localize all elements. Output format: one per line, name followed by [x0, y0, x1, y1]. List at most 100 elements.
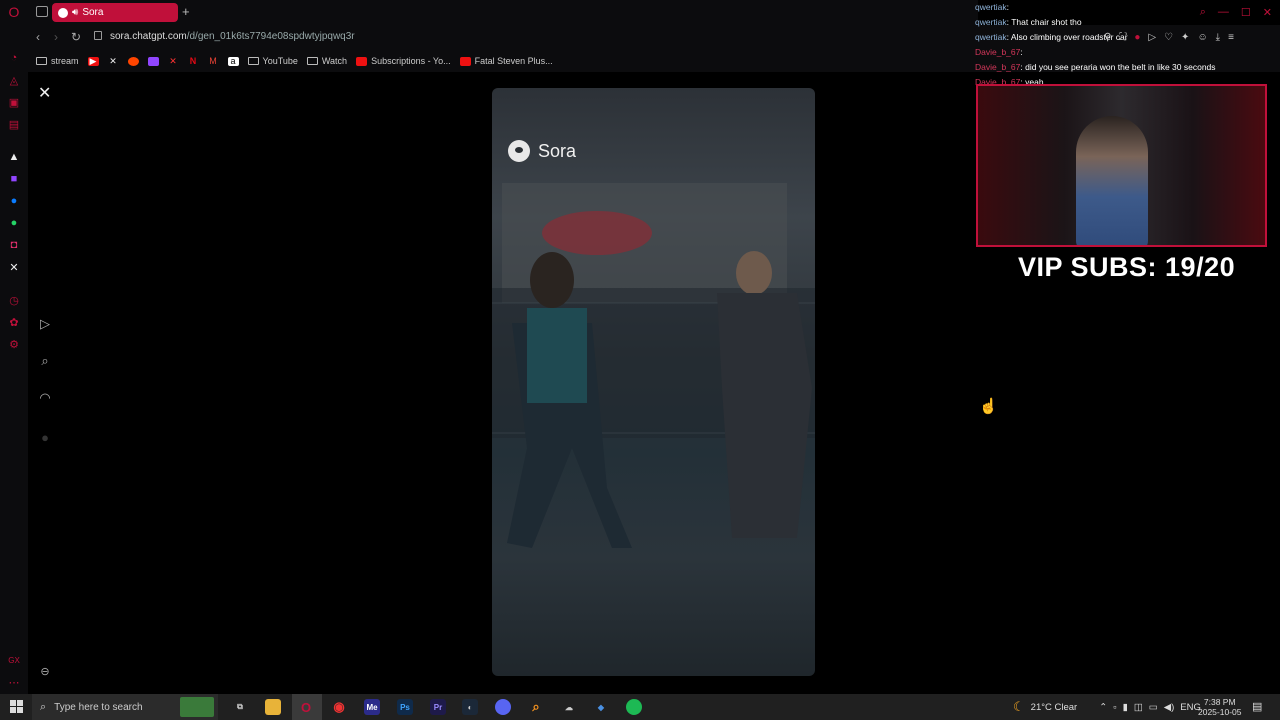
photoshop-icon[interactable]: Ps: [397, 699, 413, 715]
windows-start-icon[interactable]: [10, 700, 23, 713]
gmail-icon[interactable]: M: [208, 56, 219, 66]
blue-app-icon[interactable]: ◆: [593, 699, 609, 715]
weather-moon-icon: ☾: [1013, 699, 1025, 714]
bookmark-label: stream: [51, 56, 79, 66]
aria-icon[interactable]: ◬: [6, 72, 22, 88]
opera-gx-icon[interactable]: O: [298, 699, 314, 715]
url-domain: sora.chatgpt.com: [110, 31, 187, 42]
url-field[interactable]: sora.chatgpt.com/d/gen_01k6ts7794e08spdw…: [110, 31, 355, 42]
play-ext-icon[interactable]: ▷: [1148, 32, 1156, 43]
puzzle-icon[interactable]: ✦: [1181, 32, 1189, 43]
x-bookmark-icon[interactable]: ✕: [108, 56, 119, 66]
x-icon[interactable]: ✕: [6, 259, 22, 275]
clock-date: 2025-10-05: [1198, 707, 1242, 717]
search-icon[interactable]: ⌕: [37, 353, 53, 369]
play-icon[interactable]: ▷: [37, 316, 53, 332]
tab-sora[interactable]: 🔊︎ Sora: [52, 3, 178, 22]
amazon-icon[interactable]: a: [227, 56, 239, 66]
tab-title: Sora: [82, 7, 104, 18]
bell-icon[interactable]: ◠: [37, 390, 53, 406]
news-icon[interactable]: ▤: [6, 116, 22, 132]
steam-icon[interactable]: ◐: [462, 699, 478, 715]
network-icon[interactable]: ▭: [1149, 702, 1158, 713]
pin-icon[interactable]: ⚲: [1104, 32, 1111, 43]
maximize-icon[interactable]: ☐: [1241, 6, 1251, 19]
minimize-icon[interactable]: —: [1218, 6, 1229, 19]
gx-corner-icon[interactable]: ▣: [6, 94, 22, 110]
reddit-icon[interactable]: [127, 56, 139, 66]
notifications-icon[interactable]: ▤: [1252, 700, 1262, 713]
download-icon[interactable]: ⤓: [1216, 32, 1220, 43]
tab-menu-icon[interactable]: [36, 6, 48, 17]
account-icon[interactable]: ☺: [1197, 32, 1207, 43]
chat-user: qwertiak: [975, 32, 1007, 42]
bookmark-youtube[interactable]: YouTube: [247, 56, 298, 66]
tray-app-icon[interactable]: ▫: [1113, 702, 1116, 713]
more-dots-icon[interactable]: ⋯: [6, 674, 22, 690]
sora-favicon-icon: [58, 7, 68, 18]
sora-logo-text: Sora: [538, 140, 577, 161]
webcam-overlay: [976, 84, 1267, 247]
folder-icon: [36, 57, 47, 65]
camera-icon[interactable]: ◫: [1134, 702, 1143, 713]
bookmark-label: Subscriptions - Yo...: [371, 56, 451, 66]
spotify-icon[interactable]: [626, 699, 642, 715]
screenshot-icon[interactable]: ⛶: [1119, 32, 1126, 43]
kick-icon[interactable]: ✕: [168, 56, 179, 66]
window-controls: ⌕ — ☐ ✕: [1200, 6, 1272, 19]
forward-icon[interactable]: ›: [54, 30, 58, 44]
youtube-icon[interactable]: ▶: [87, 56, 99, 66]
obs-icon[interactable]: ◉: [331, 699, 347, 715]
search-app-icon[interactable]: ⌕: [528, 699, 544, 715]
record-icon[interactable]: ●: [1134, 32, 1140, 43]
bookmark-label: YouTube: [262, 56, 298, 66]
taskbar: ⌕ Type here to search ⧉ O ◉ Me Ps Pr ◐ ⌕…: [0, 694, 1280, 720]
more-options-icon[interactable]: ⊖: [37, 665, 53, 681]
bookmark-fatal-steven[interactable]: Fatal Steven Plus...: [459, 56, 553, 66]
media-encoder-icon[interactable]: Me: [364, 699, 380, 715]
clock[interactable]: 7:38 PM 2025-10-05: [1198, 697, 1241, 717]
profile-icon[interactable]: ●: [37, 430, 53, 446]
search-placeholder: Type here to search: [54, 701, 143, 713]
heart-icon[interactable]: ♡: [1164, 32, 1173, 43]
whatsapp-icon[interactable]: ●: [6, 215, 22, 231]
file-explorer-icon[interactable]: [265, 699, 281, 715]
back-icon[interactable]: ‹: [36, 30, 40, 44]
weather-text[interactable]: 21°C Clear: [1031, 702, 1078, 713]
sora-logo-icon: [508, 140, 530, 162]
messenger-icon[interactable]: ●: [6, 193, 22, 209]
close-icon[interactable]: ✕: [38, 83, 51, 103]
sora-video[interactable]: Sora: [492, 88, 815, 676]
gx-icon[interactable]: GX: [6, 652, 22, 668]
history-icon[interactable]: ◷: [6, 292, 22, 308]
triangle-app-icon[interactable]: ▲: [6, 149, 22, 165]
instagram-icon[interactable]: ◘: [6, 237, 22, 253]
opera-logo-icon[interactable]: O: [6, 4, 22, 20]
settings-gear-icon[interactable]: ⚙: [6, 336, 22, 352]
new-tab-button[interactable]: +: [182, 4, 190, 19]
volume-icon[interactable]: ◀): [1164, 702, 1174, 713]
search-tabs-icon[interactable]: ⌕: [1200, 6, 1206, 19]
bookmark-stream[interactable]: stream: [36, 56, 79, 66]
video-frame: [492, 183, 815, 548]
mic-icon[interactable]: ▮: [1123, 702, 1128, 713]
tab-bar: 🔊︎ Sora +: [28, 0, 978, 25]
premiere-icon[interactable]: Pr: [430, 699, 446, 715]
task-view-icon[interactable]: ⧉: [232, 699, 248, 715]
taskbar-search[interactable]: ⌕ Type here to search: [32, 694, 218, 720]
cloud-app-icon[interactable]: ☁: [561, 699, 577, 715]
extensions-icon[interactable]: ✿: [6, 314, 22, 330]
reload-icon[interactable]: ↻: [71, 30, 81, 44]
twitch-icon[interactable]: ■: [6, 171, 22, 187]
bookmark-subscriptions[interactable]: Subscriptions - Yo...: [356, 56, 451, 66]
speed-dial-icon[interactable]: ◔: [6, 50, 22, 66]
close-window-icon[interactable]: ✕: [1263, 6, 1272, 19]
bookmark-watch[interactable]: Watch: [306, 56, 347, 66]
twitch-bookmark-icon[interactable]: [147, 56, 159, 66]
netflix-icon[interactable]: N: [188, 56, 199, 66]
speaker-icon[interactable]: 🔊︎: [72, 7, 78, 18]
tray-chevron-icon[interactable]: ⌃: [1099, 702, 1107, 713]
menu-icon[interactable]: ≡: [1228, 32, 1234, 43]
chat-message: Davie_b_67: did you see peraria won the …: [975, 62, 1216, 72]
discord-icon[interactable]: [495, 699, 511, 715]
